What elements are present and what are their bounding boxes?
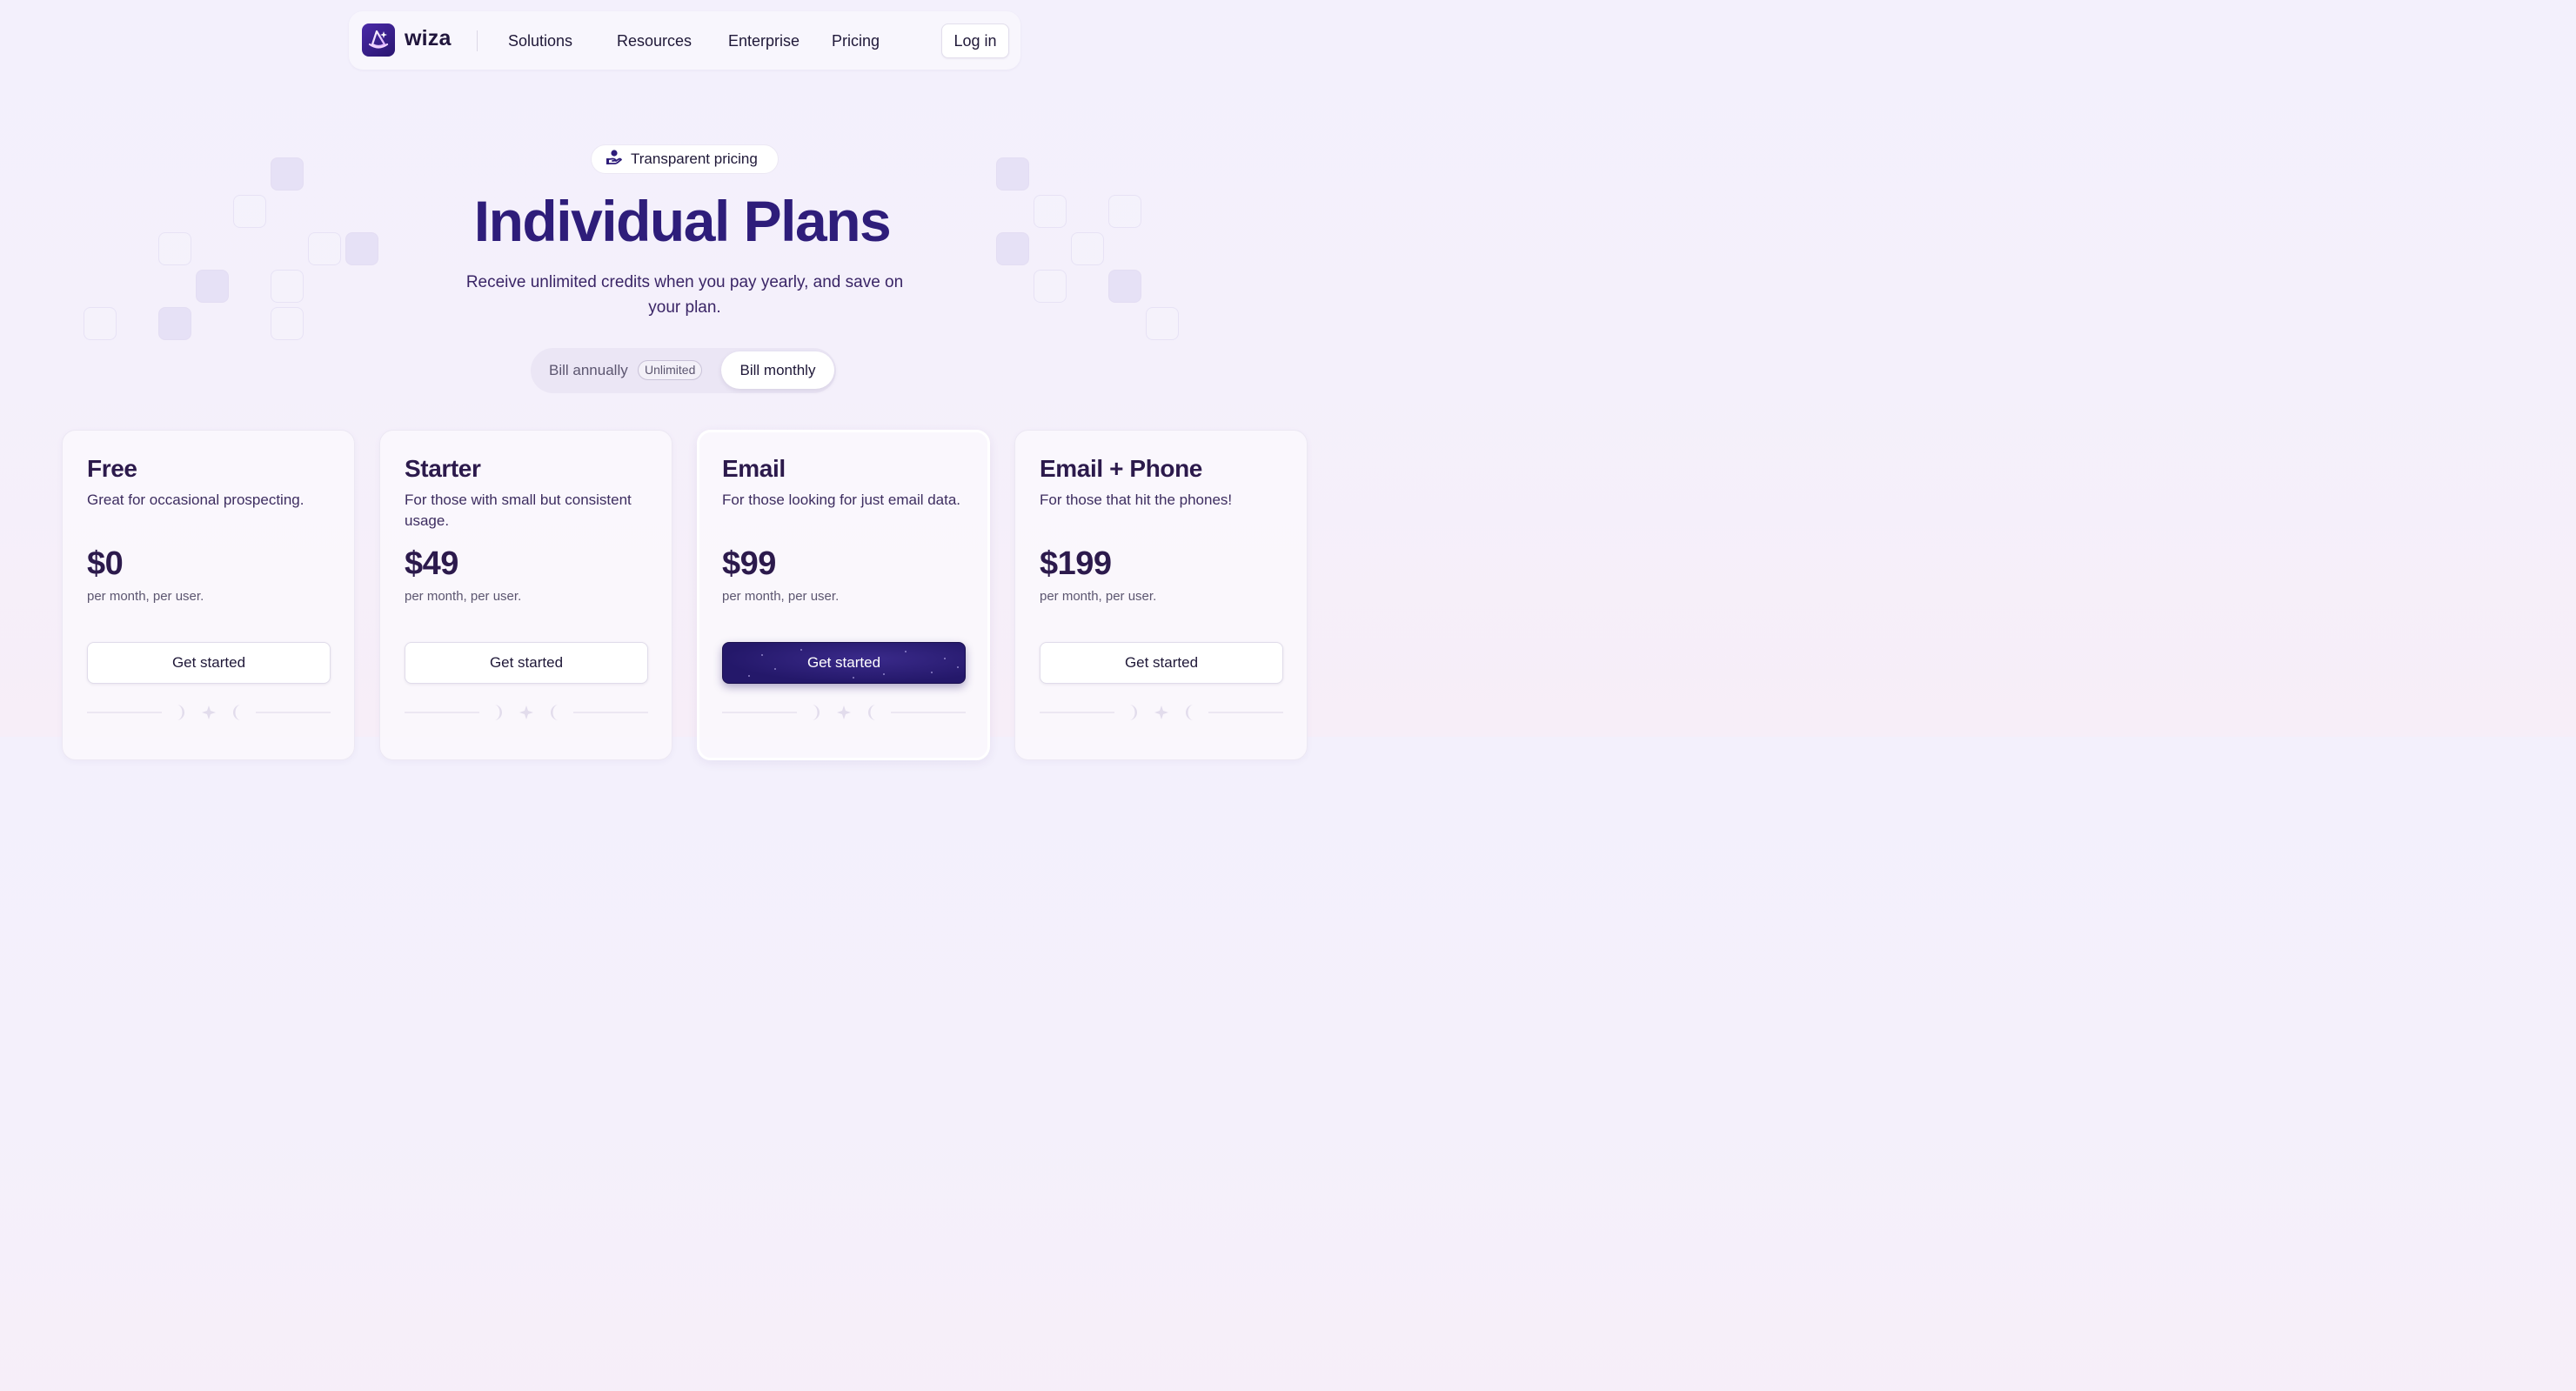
plan-price: $199 <box>1040 545 1112 582</box>
plan-name: Email + Phone <box>1040 455 1202 482</box>
decorative-square <box>196 270 229 303</box>
get-started-button-primary[interactable]: Get started <box>722 642 966 684</box>
transparent-pricing-badge: Transparent pricing <box>591 144 779 174</box>
brand-name[interactable]: wiza <box>405 26 452 51</box>
nav-link-resources[interactable]: Resources <box>617 32 692 50</box>
moon-star-divider <box>1040 702 1283 723</box>
plan-description: For those with small but consistent usag… <box>405 492 632 529</box>
wiza-logo-icon[interactable] <box>362 23 395 57</box>
moon-star-divider <box>87 702 331 723</box>
nav-link-solutions[interactable]: Solutions <box>508 32 572 50</box>
decorative-square <box>271 270 304 303</box>
plan-card-email-phone: Email + Phone For those that hit the pho… <box>1014 430 1308 760</box>
bill-annually-option[interactable]: Bill annually <box>549 362 628 379</box>
nav-link-pricing[interactable]: Pricing <box>832 32 880 50</box>
get-started-button[interactable]: Get started <box>1040 642 1283 684</box>
plan-price: $0 <box>87 545 124 582</box>
page-subtitle: Receive unlimited credits when you pay y… <box>465 273 904 317</box>
decorative-square <box>1034 270 1067 303</box>
plan-period: per month, per user. <box>405 589 522 604</box>
plan-description: For those looking for just email data. <box>722 492 961 508</box>
decorative-square <box>1146 307 1179 340</box>
plan-price: $49 <box>405 545 458 582</box>
hand-coin-icon <box>604 148 623 171</box>
nav-link-enterprise[interactable]: Enterprise <box>728 32 800 50</box>
plan-period: per month, per user. <box>87 589 204 604</box>
plan-period: per month, per user. <box>722 589 840 604</box>
plan-period: per month, per user. <box>1040 589 1157 604</box>
decorative-square <box>271 157 304 191</box>
get-started-label: Get started <box>806 654 881 671</box>
plan-name: Starter <box>405 455 481 482</box>
plan-name: Free <box>87 455 137 482</box>
billing-toggle: Bill annually Unlimited Bill monthly <box>531 348 836 393</box>
login-button[interactable]: Log in <box>941 23 1009 58</box>
nav-divider <box>477 30 478 51</box>
plan-card-email: Email For those looking for just email d… <box>697 430 990 760</box>
decorative-square <box>158 307 191 340</box>
plan-description: Great for occasional prospecting. <box>87 492 304 508</box>
plan-price: $99 <box>722 545 776 582</box>
get-started-button[interactable]: Get started <box>405 642 648 684</box>
plan-description: For those that hit the phones! <box>1040 492 1233 508</box>
decorative-square <box>84 307 117 340</box>
plan-card-starter: Starter For those with small but consist… <box>379 430 672 760</box>
page-title: Individual Plans <box>473 189 892 253</box>
get-started-button[interactable]: Get started <box>87 642 331 684</box>
moon-star-divider <box>405 702 648 723</box>
bill-monthly-option[interactable]: Bill monthly <box>721 351 834 389</box>
plan-card-free: Free Great for occasional prospecting. $… <box>62 430 355 760</box>
decorative-square <box>996 157 1029 191</box>
decorative-square <box>1108 270 1141 303</box>
badge-label: Transparent pricing <box>631 150 758 167</box>
top-navigation: wiza Solutions Resources Enterprise Pric… <box>349 11 1020 70</box>
plan-name: Email <box>722 455 786 482</box>
decorative-square <box>271 307 304 340</box>
moon-star-divider <box>722 702 966 723</box>
unlimited-badge: Unlimited <box>638 360 703 380</box>
